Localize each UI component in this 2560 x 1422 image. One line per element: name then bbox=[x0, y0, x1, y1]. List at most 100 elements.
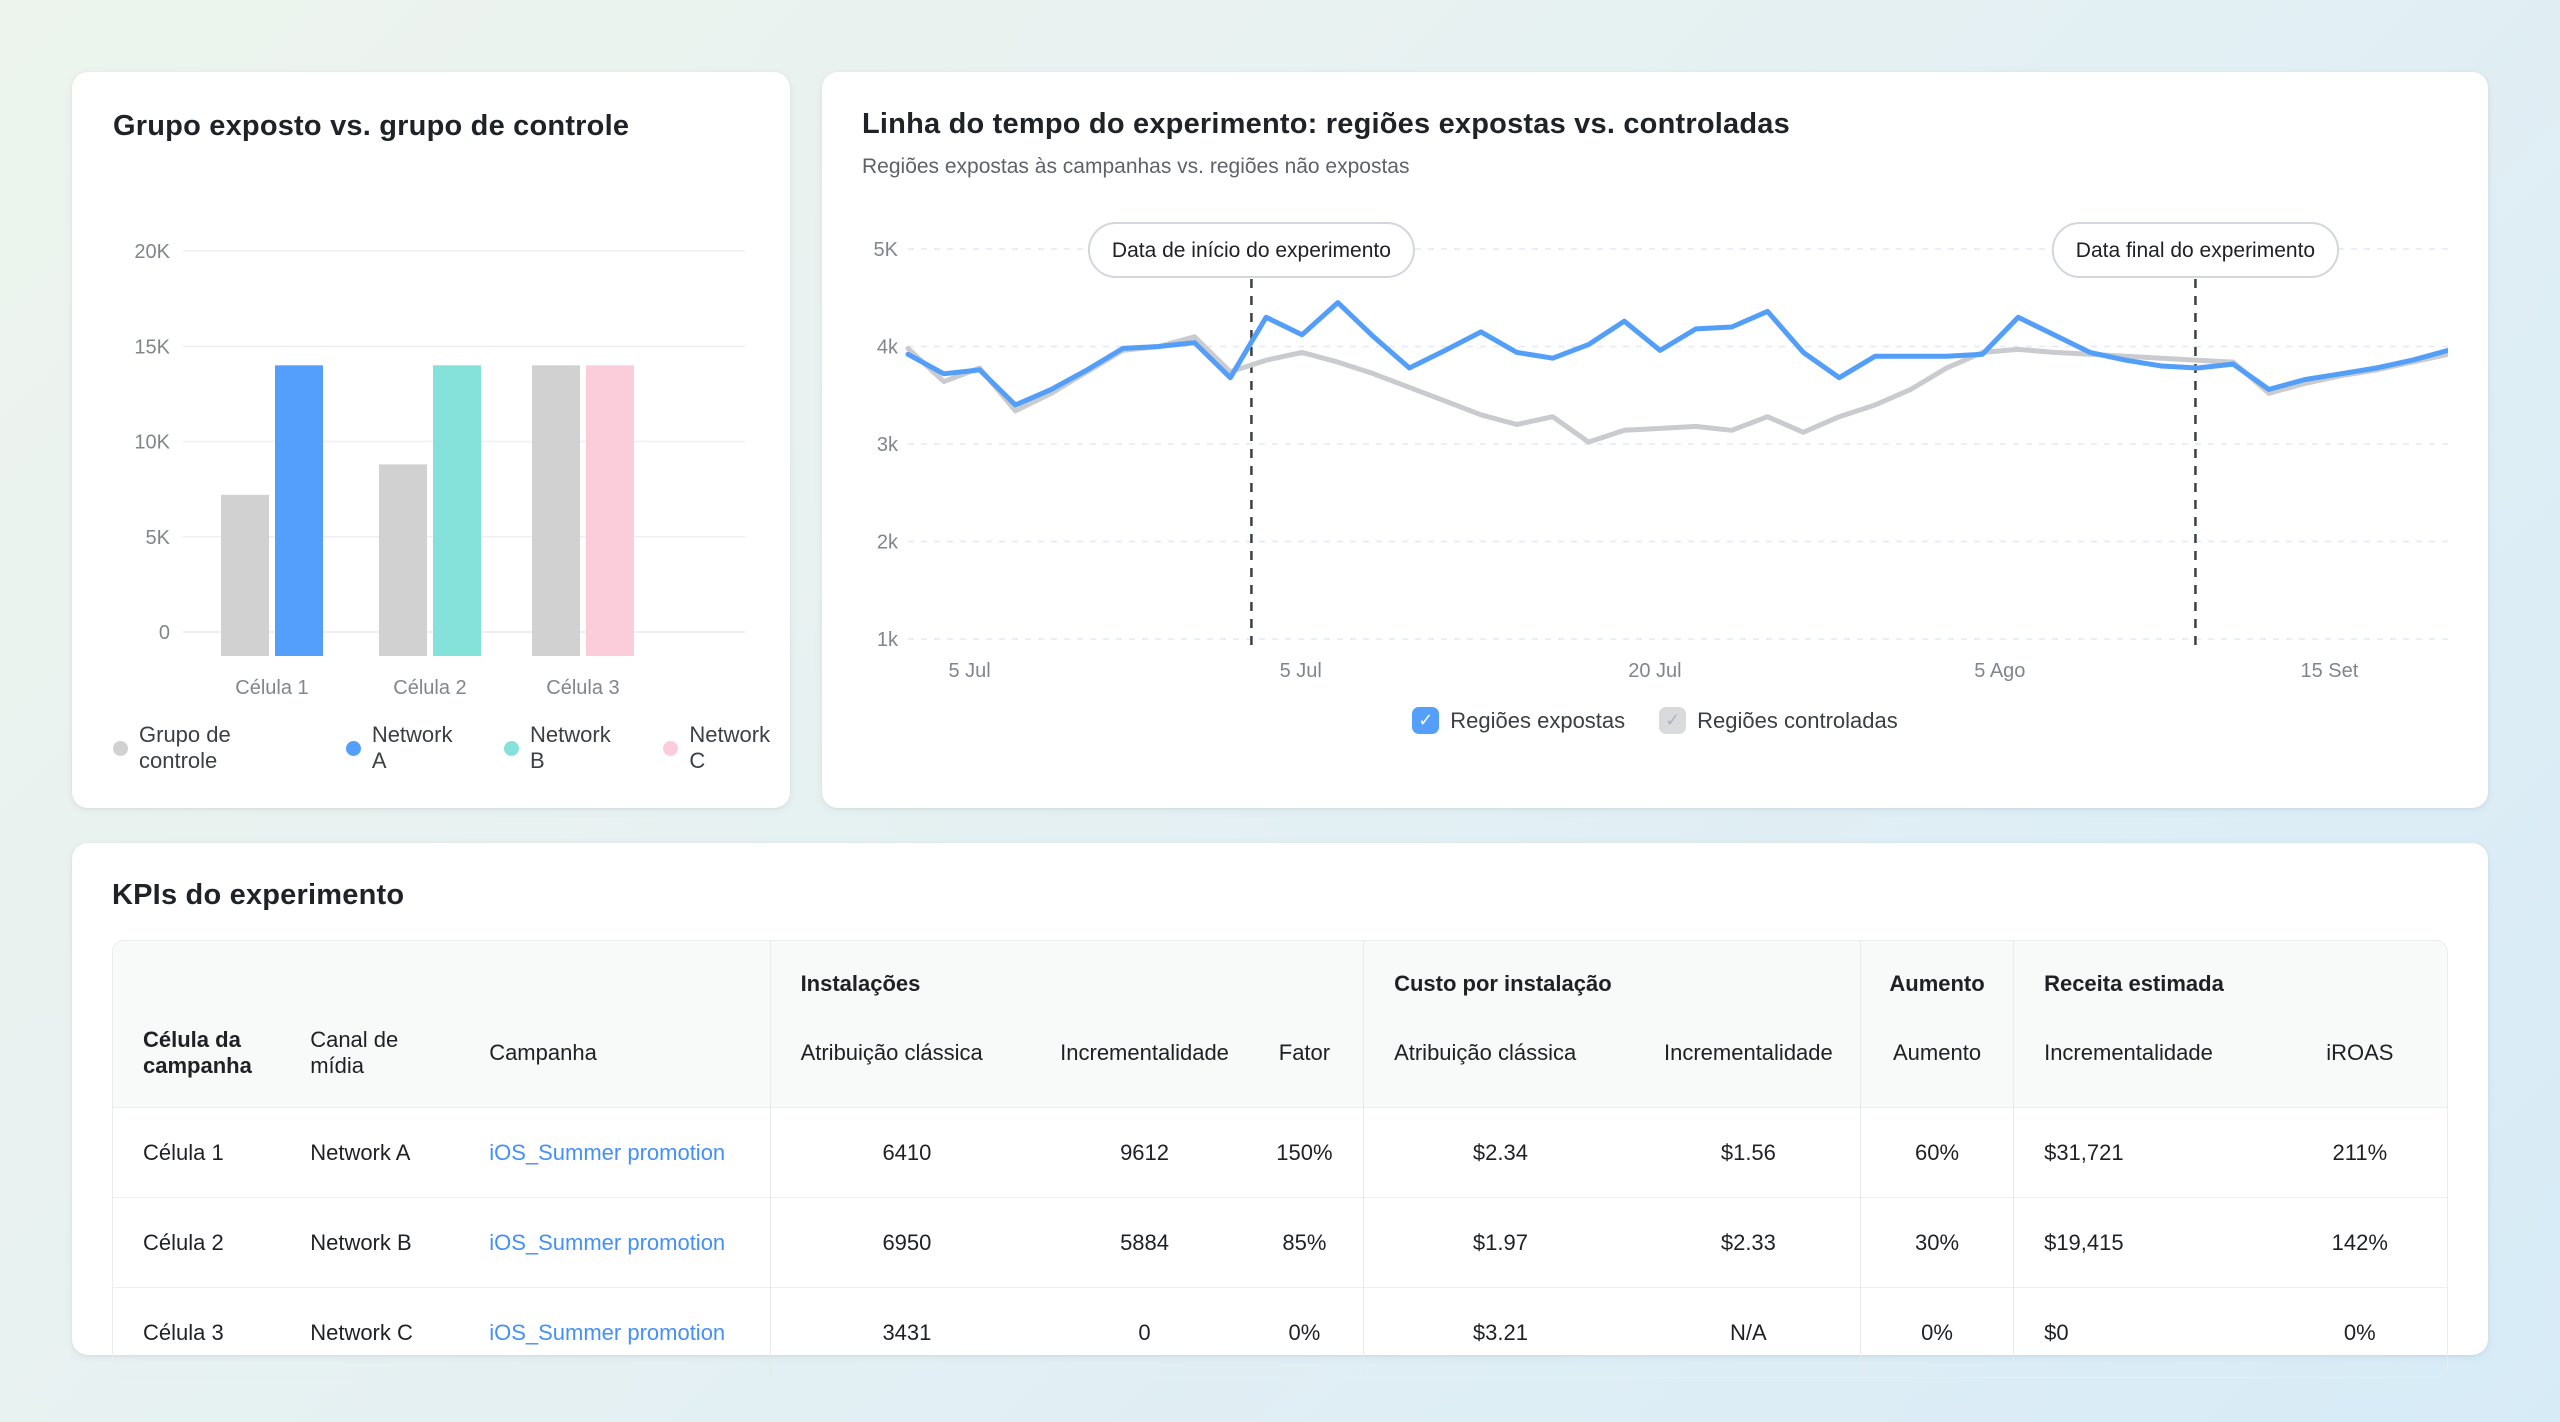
col-header-campaign: Campanha bbox=[459, 1013, 770, 1108]
group-header-blank bbox=[113, 941, 770, 1013]
kpi-cell: Célula 2 bbox=[113, 1198, 280, 1288]
kpi-installs_classic: 6410 bbox=[770, 1108, 1043, 1198]
campaign-link[interactable]: iOS_Summer promotion bbox=[489, 1230, 725, 1255]
exposed-vs-control-bar-chart: 05K10K15K20KCélula 1Célula 2Célula 3 bbox=[113, 191, 749, 711]
kpi-cell: Célula 1 bbox=[113, 1108, 280, 1198]
kpi-iroas: 211% bbox=[2273, 1108, 2447, 1198]
y-tick-label: 5K bbox=[146, 527, 171, 549]
y-tick-label: 10K bbox=[134, 432, 170, 454]
x-tick-label: 20 Jul bbox=[1628, 660, 1681, 682]
kpi-table-row: Célula 1Network AiOS_Summer promotion641… bbox=[113, 1108, 2447, 1198]
kpi-iroas: 0% bbox=[2273, 1288, 2447, 1378]
line-series-Regiões expostas bbox=[908, 303, 2448, 405]
group-header-installs: Instalações bbox=[770, 941, 1364, 1013]
kpi-cpi_classic: $1.97 bbox=[1364, 1198, 1637, 1288]
legend-label: Grupo de controle bbox=[139, 722, 312, 774]
x-tick-label: 5 Jul bbox=[948, 660, 990, 682]
kpi-installs_incr: 5884 bbox=[1043, 1198, 1246, 1288]
col-header-installs-classic: Atribuição clássica bbox=[770, 1013, 1043, 1108]
bar-card-title: Grupo exposto vs. grupo de controle bbox=[113, 110, 749, 143]
kpi-cell: Célula 3 bbox=[113, 1288, 280, 1378]
legend-item-network-b: Network B bbox=[504, 722, 629, 774]
col-header-installs-incr: Incrementalidade bbox=[1043, 1013, 1246, 1108]
line-series-Regiões controladas bbox=[908, 337, 2448, 442]
legend-item-network-c: Network C bbox=[663, 722, 790, 774]
kpi-channel: Network C bbox=[280, 1288, 459, 1378]
kpi-channel: Network B bbox=[280, 1198, 459, 1288]
kpi-cpi_incr: $1.56 bbox=[1637, 1108, 1861, 1198]
bar-chart-legend: Grupo de controle Network A Network B Ne… bbox=[113, 722, 790, 774]
bar-Grupo de controle[interactable] bbox=[532, 365, 580, 656]
kpi-column-header-row: Célula da campanha Canal de mídia Campan… bbox=[113, 1013, 2447, 1108]
y-tick-label: 0 bbox=[159, 622, 170, 644]
network-a-color-dot bbox=[346, 741, 361, 756]
legend-item-controlled[interactable]: ✓ Regiões controladas bbox=[1659, 707, 1898, 734]
kpi-cpi_classic: $3.21 bbox=[1364, 1288, 1637, 1378]
col-header-cell: Célula da campanha bbox=[113, 1013, 280, 1108]
group-header-revenue: Receita estimada bbox=[2014, 941, 2447, 1013]
kpi-installs_classic: 3431 bbox=[770, 1288, 1043, 1378]
svg-text:Data final do experimento: Data final do experimento bbox=[2076, 239, 2315, 262]
group-header-lift: Aumento bbox=[1861, 941, 2014, 1013]
dashboard-page: { "bar_card": { "title": "Grupo exposto … bbox=[0, 0, 2560, 1422]
col-header-lift: Aumento bbox=[1861, 1013, 2014, 1108]
kpi-table-header: Instalações Custo por instalação Aumento… bbox=[113, 941, 2447, 1108]
campaign-link[interactable]: iOS_Summer promotion bbox=[489, 1320, 725, 1345]
kpi-cpi_incr: N/A bbox=[1637, 1288, 1861, 1378]
kpi-lift: 60% bbox=[1861, 1108, 2014, 1198]
kpi-rev_incr: $19,415 bbox=[2014, 1198, 2273, 1288]
kpi-card-title: KPIs do experimento bbox=[112, 879, 2448, 912]
bar-Grupo de controle[interactable] bbox=[221, 495, 269, 656]
legend-label: Network A bbox=[372, 722, 470, 774]
kpi-factor: 150% bbox=[1246, 1108, 1364, 1198]
bar-Grupo de controle[interactable] bbox=[379, 464, 427, 656]
network-c-color-dot bbox=[663, 741, 678, 756]
annotation-pill: Data de início do experimento bbox=[1089, 223, 1414, 277]
legend-item-exposed[interactable]: ✓ Regiões expostas bbox=[1412, 707, 1625, 734]
y-tick-label: 4k bbox=[877, 337, 899, 359]
controlled-checkbox[interactable]: ✓ bbox=[1659, 707, 1686, 734]
kpi-lift: 0% bbox=[1861, 1288, 2014, 1378]
experiment-timeline-line-chart: 5K4k3k2k1k5 Jul5 Jul20 Jul5 Ago15 SetDat… bbox=[862, 199, 2448, 699]
annotation-pill: Data final do experimento bbox=[2053, 223, 2338, 277]
exposed-checkbox[interactable]: ✓ bbox=[1412, 707, 1439, 734]
legend-label: Regiões controladas bbox=[1697, 708, 1898, 734]
kpi-installs_classic: 6950 bbox=[770, 1198, 1043, 1288]
kpi-campaign: iOS_Summer promotion bbox=[459, 1198, 770, 1288]
bar-Network B[interactable] bbox=[433, 365, 481, 656]
kpi-installs_incr: 9612 bbox=[1043, 1108, 1246, 1198]
col-header-cpi-incr: Incrementalidade bbox=[1637, 1013, 1861, 1108]
legend-label: Network B bbox=[530, 722, 629, 774]
col-header-rev-incr: Incrementalidade bbox=[2014, 1013, 2273, 1108]
svg-text:Data de início do experimento: Data de início do experimento bbox=[1112, 239, 1391, 262]
kpi-table: Instalações Custo por instalação Aumento… bbox=[113, 941, 2447, 1377]
campaign-link[interactable]: iOS_Summer promotion bbox=[489, 1140, 725, 1165]
kpi-lift: 30% bbox=[1861, 1198, 2014, 1288]
x-tick-label: 5 Jul bbox=[1280, 660, 1322, 682]
line-chart-legend: ✓ Regiões expostas ✓ Regiões controladas bbox=[862, 707, 2448, 734]
group-header-cpi: Custo por instalação bbox=[1364, 941, 1861, 1013]
kpi-group-header-row: Instalações Custo por instalação Aumento… bbox=[113, 941, 2447, 1013]
kpi-installs_incr: 0 bbox=[1043, 1288, 1246, 1378]
kpi-table-body: Célula 1Network AiOS_Summer promotion641… bbox=[113, 1108, 2447, 1378]
x-category-label: Célula 2 bbox=[393, 677, 466, 699]
control-color-dot bbox=[113, 741, 128, 756]
line-card-title: Linha do tempo do experimento: regiões e… bbox=[862, 108, 2448, 141]
col-header-channel: Canal de mídia bbox=[280, 1013, 459, 1108]
x-category-label: Célula 1 bbox=[235, 677, 308, 699]
kpi-rev_incr: $31,721 bbox=[2014, 1108, 2273, 1198]
x-tick-label: 5 Ago bbox=[1974, 660, 2025, 682]
legend-item-control: Grupo de controle bbox=[113, 722, 312, 774]
network-b-color-dot bbox=[504, 741, 519, 756]
y-tick-label: 1k bbox=[877, 629, 899, 651]
bar-Network A[interactable] bbox=[275, 365, 323, 656]
kpi-cpi_incr: $2.33 bbox=[1637, 1198, 1861, 1288]
y-tick-label: 3k bbox=[877, 434, 899, 456]
bar-Network C[interactable] bbox=[586, 365, 634, 656]
kpi-table-row: Célula 2Network B iOS_Summer promotion 695… bbox=[113, 1198, 2447, 1288]
y-tick-label: 15K bbox=[134, 336, 170, 358]
legend-label: Regiões expostas bbox=[1450, 708, 1625, 734]
x-category-label: Célula 3 bbox=[546, 677, 619, 699]
kpi-campaign: iOS_Summer promotion bbox=[459, 1288, 770, 1378]
col-header-iroas: iROAS bbox=[2273, 1013, 2447, 1108]
